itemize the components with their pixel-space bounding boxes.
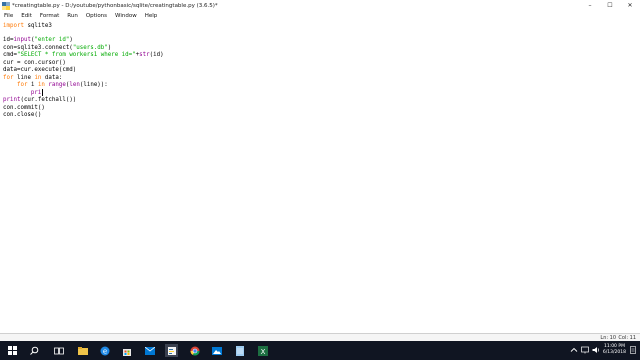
store-icon[interactable] [120, 344, 133, 357]
svg-text:X: X [260, 348, 265, 356]
menu-window[interactable]: Window [111, 13, 141, 19]
window-title: *creatingtable.py - D:/youtube/pythonbas… [12, 2, 218, 9]
chrome-icon[interactable] [188, 344, 201, 357]
minimize-button[interactable]: – [580, 0, 600, 11]
code-line: con.close() [3, 112, 42, 118]
system-tray: 11:00 PM 6/13/2018 [570, 344, 636, 356]
code-line: print(cur.fetchall()) [3, 97, 77, 103]
network-icon[interactable] [581, 346, 589, 354]
maximize-button[interactable]: ☐ [600, 0, 620, 11]
code-line: data=cur.execute(cmd) [3, 67, 77, 73]
window-titlebar[interactable]: *creatingtable.py - D:/youtube/pythonbas… [0, 0, 640, 11]
menu-run[interactable]: Run [63, 13, 82, 19]
notepad-icon[interactable] [233, 344, 246, 357]
menu-options[interactable]: Options [82, 13, 111, 19]
windows-start-icon[interactable] [6, 344, 19, 357]
excel-icon[interactable]: X [256, 344, 269, 357]
edge-icon[interactable]: e [98, 344, 111, 357]
clock-date: 6/13/2018 [602, 350, 626, 355]
menu-bar: File Edit Format Run Options Window Help [0, 11, 640, 20]
text-caret [42, 89, 44, 96]
status-bar: Ln: 10 Col: 11 [0, 333, 640, 341]
idle-icon[interactable] [165, 344, 178, 357]
notification-icon[interactable] [630, 346, 636, 354]
task-view-icon[interactable] [52, 344, 65, 357]
menu-help[interactable]: Help [141, 13, 162, 19]
taskbar: e X 11:00 PM 6/13/2018 [0, 341, 640, 360]
code-line: for i in range(len(line)): [16, 82, 108, 88]
python-idle-icon [2, 1, 10, 10]
photos-icon[interactable] [210, 344, 223, 357]
svg-text:e: e [102, 347, 106, 355]
code-editor[interactable]: import sqlite3 id=input("enter id") con=… [0, 20, 640, 333]
menu-format[interactable]: Format [36, 13, 63, 19]
system-clock[interactable]: 11:00 PM 6/13/2018 [603, 344, 626, 356]
chevron-up-icon[interactable] [570, 346, 578, 354]
mail-icon[interactable] [143, 344, 156, 357]
search-icon[interactable] [28, 344, 41, 357]
volume-icon[interactable] [592, 346, 600, 354]
menu-file[interactable]: File [0, 13, 17, 19]
window-controls: – ☐ ✕ [580, 0, 640, 11]
code-line: import sqlite3 [3, 23, 52, 29]
code-line: id=input("enter id") [3, 37, 73, 43]
menu-edit[interactable]: Edit [17, 13, 36, 19]
file-explorer-icon[interactable] [76, 344, 89, 357]
close-button[interactable]: ✕ [620, 0, 640, 11]
code-line: cmd="SELECT * from workers1 where id="+s… [3, 52, 164, 58]
